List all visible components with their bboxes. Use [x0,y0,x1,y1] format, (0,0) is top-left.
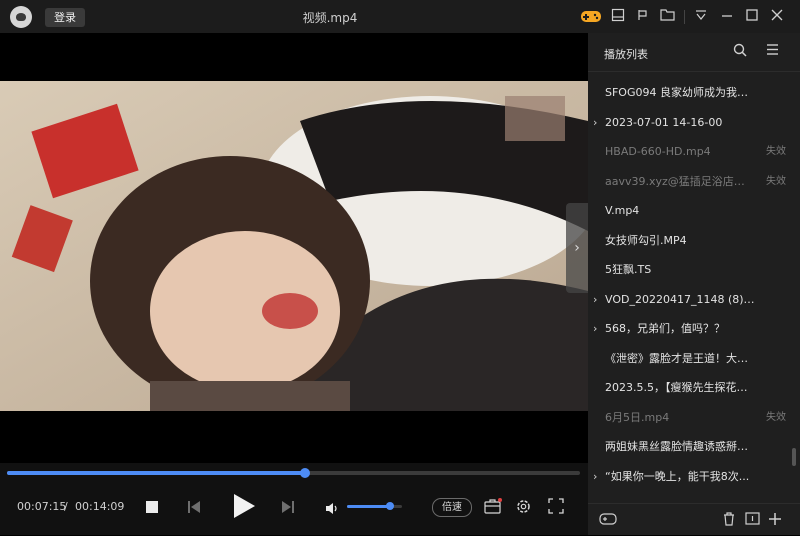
playlist-item-name: 6月5日.mp4 [605,410,670,424]
pin-icon[interactable] [634,8,652,26]
playlist-item-status: 失效 [766,146,786,157]
gamepad-outline-icon[interactable] [599,512,617,530]
gamepad-icon[interactable] [580,8,602,26]
chevron-right-icon: › [574,240,580,256]
progress-bar[interactable] [7,468,580,478]
playlist-item[interactable]: 5狂飘.TS [588,255,788,284]
playlist-item[interactable]: V.mp4 [588,196,788,225]
playlist-item-name: 两姐妹黑丝露脸情趣诱惑掰开... [605,440,755,453]
playlist-item[interactable]: HBAD-660-HD.mp4 失效 [588,137,788,166]
add-file-icon[interactable] [745,512,760,529]
playlist: SFOG094 良家幼师成为我的... › 2023-07-01 14-16-00 H… [588,78,800,498]
speed-button[interactable]: 倍速 [432,498,472,517]
playlist-footer [588,503,800,536]
toolbox-icon[interactable] [484,498,502,518]
total-time: 00:14:09 [75,500,125,513]
playlist-item[interactable]: SFOG094 良家幼师成为我的... [588,78,788,107]
playlist-title: 播放列表 [604,48,648,61]
playlist-item-status: 失效 [766,411,786,423]
login-button[interactable]: 登录 [45,8,85,27]
playlist-item[interactable]: 女技师勾引.MP4 [588,226,788,255]
playlist-item[interactable]: 2023.5.5，【瘦猴先生探花】... [588,373,788,402]
folder-icon[interactable] [658,8,676,26]
playlist-item-name: SFOG094 良家幼师成为我的... [605,86,755,99]
expand-arrow-icon[interactable]: › [593,314,597,343]
skin-icon[interactable] [609,8,627,26]
fullscreen-icon[interactable] [548,498,564,518]
expand-arrow-icon[interactable]: › [593,108,597,137]
minimize-icon[interactable] [718,8,736,26]
close-icon[interactable] [768,8,786,26]
volume-icon[interactable] [325,500,339,519]
playlist-item-name: 568，兄弟们，值吗？？ [605,322,725,335]
volume-handle[interactable] [385,502,394,510]
add-icon[interactable] [768,512,782,530]
player-controls: 00:07:15 / 00:14:09 倍速 [0,463,588,535]
playlist-panel: 播放列表 SFOG094 良家幼师成为我的... › 2023-07-01 14-1… [588,33,800,535]
playlist-item[interactable]: 两姐妹黑丝露脸情趣诱惑掰开... [588,432,788,461]
playlist-item[interactable]: › 2023-07-01 14-16-00 [588,108,788,137]
stop-icon[interactable] [145,499,159,518]
playlist-item[interactable]: 6月5日.mp4 失效 [588,403,788,432]
previous-icon[interactable] [187,499,201,518]
time-separator: / [64,500,68,513]
playlist-header: 播放列表 [588,33,800,72]
volume-slider[interactable] [347,502,402,510]
playlist-item[interactable]: › 568，兄弟们，值吗？？ [588,314,788,343]
playlist-item[interactable]: aavv39.xyz@猛插足浴店大奶... 失效 [588,167,788,196]
volume-fill [347,505,390,508]
title-bar: 登录 视频.mp4 [0,0,800,33]
menu-icon[interactable] [692,8,710,26]
settings-icon[interactable] [515,498,532,519]
maximize-icon[interactable] [743,8,761,26]
play-icon[interactable] [232,493,256,523]
playlist-item-name: HBAD-660-HD.mp4 [605,145,711,158]
playlist-item[interactable]: 《泄密》露脸才是王道！大学... [588,344,788,373]
playlist-item[interactable]: › VOD_20220417_1148 (8)_(n... [588,285,788,314]
playlist-scrollbar[interactable] [792,448,796,466]
app-logo-icon [10,6,32,28]
search-icon[interactable] [733,43,747,61]
expand-arrow-icon[interactable]: › [593,462,597,491]
video-frame[interactable] [0,81,588,411]
playlist-item-name: 《泄密》露脸才是王道！大学... [605,351,755,365]
playlist-item-name: 5狂飘.TS [605,263,652,276]
playlist-item-name: 2023.5.5，【瘦猴先生探花】... [605,381,755,394]
playlist-item-name: aavv39.xyz@猛插足浴店大奶... [605,174,755,188]
progress-handle[interactable] [299,468,310,478]
playlist-item-status: 失效 [766,175,786,187]
playlist-item-name: VOD_20220417_1148 (8)_(n... [605,292,755,306]
current-time: 00:07:15 [17,500,67,513]
next-icon[interactable] [281,499,295,518]
divider [684,10,685,24]
playlist-item-name: 女技师勾引.MP4 [605,233,687,247]
expand-arrow-icon[interactable]: › [593,285,597,314]
playlist-toggle-button[interactable]: › [566,203,588,293]
video-area[interactable]: › [0,33,588,463]
trash-icon[interactable] [722,512,736,530]
playlist-item-name: V.mp4 [605,204,640,217]
progress-fill [7,471,305,475]
playlist-item[interactable]: › “如果你一晚上，能干我8次... [588,462,788,491]
playlist-item-name: “如果你一晚上，能干我8次... [605,469,750,483]
window-title: 视频.mp4 [302,11,358,25]
list-menu-icon[interactable] [766,43,779,60]
playlist-item-name: 2023-07-01 14-16-00 [605,115,723,129]
